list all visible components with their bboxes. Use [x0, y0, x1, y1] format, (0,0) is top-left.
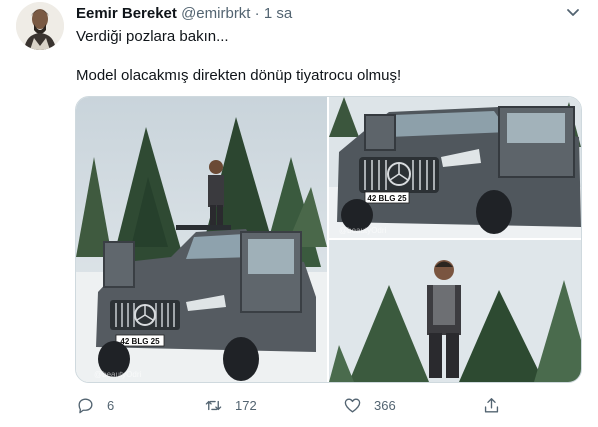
chevron-down-icon[interactable] [566, 8, 580, 18]
retweet-count: 172 [235, 397, 257, 413]
reply-icon [78, 397, 93, 413]
header-separator: · [254, 5, 260, 22]
reply-count: 6 [107, 397, 115, 413]
photo-2-watermark: @beautyOdri [339, 226, 386, 235]
author-handle[interactable]: @emirbrkt [181, 5, 250, 22]
author-name[interactable]: Eemir Bereket [76, 5, 177, 22]
avatar[interactable] [16, 2, 64, 50]
tweet-time[interactable]: 1 sa [264, 5, 292, 22]
tweet-text-line-2: Model olacakmış direkten dönüp tiyatrocu… [76, 67, 402, 84]
photo-3-image [329, 240, 581, 382]
tweet-actions: 6 172 366 [0, 392, 598, 422]
tweet-header: Eemir Bereket @emirbrkt · 1 sa [76, 4, 292, 24]
retweet-button[interactable]: 172 [204, 392, 257, 418]
photo-1-plate: 42 BLG 25 [120, 337, 160, 346]
reply-button[interactable]: 6 [76, 392, 114, 418]
photo-1-image: 42 BLG 25 @beautyOdri [76, 97, 327, 382]
photo-1[interactable]: 42 BLG 25 @beautyOdri [76, 97, 327, 382]
avatar-image [16, 2, 64, 50]
photo-1-watermark: @beautyOdri [94, 370, 141, 379]
like-button[interactable]: 366 [343, 392, 396, 418]
photo-2-plate: 42 BLG 25 [367, 194, 407, 203]
retweet-icon [205, 400, 222, 410]
share-icon [484, 397, 499, 413]
share-button[interactable] [482, 392, 501, 418]
photo-2[interactable]: 42 BLG 25 @beautyOdri [329, 97, 581, 238]
photo-2-image: 42 BLG 25 @beautyOdri [329, 97, 581, 238]
heart-icon [344, 397, 361, 413]
tweet: Eemir Bereket @emirbrkt · 1 sa Verdiği p… [0, 0, 598, 427]
tweet-text-line-1: Verdiği pozlara bakın... [76, 28, 229, 45]
photo-3[interactable] [329, 240, 581, 382]
like-count: 366 [374, 397, 396, 413]
media-grid: 42 BLG 25 @beautyOdri 42 BLG 25 @beautyO… [75, 96, 582, 383]
